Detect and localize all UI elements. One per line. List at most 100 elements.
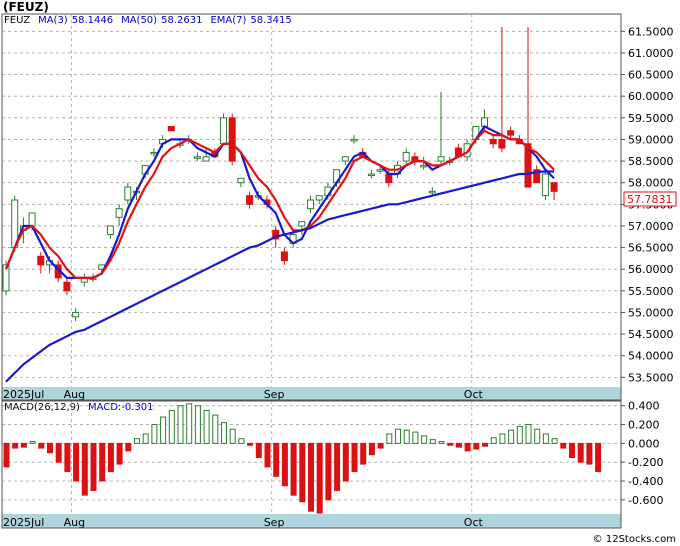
- candle-body: [481, 117, 488, 127]
- price-tick-label: 54.5000: [628, 328, 674, 341]
- macd-bar: [325, 442, 332, 501]
- macd-bar: [116, 442, 123, 465]
- macd-bar: [134, 438, 140, 444]
- candle-body: [124, 186, 132, 201]
- macd-bar: [577, 442, 584, 463]
- price-tick-label: 61.5000: [628, 25, 674, 38]
- macd-bar: [90, 442, 97, 491]
- candle-body: [280, 251, 288, 262]
- candle-body: [420, 164, 428, 168]
- macd-bar: [534, 428, 541, 444]
- macd-bar: [482, 442, 488, 447]
- macd-bar: [125, 442, 132, 452]
- candle-body: [550, 182, 558, 192]
- macd-bar: [273, 442, 280, 477]
- macd-x-tick-label: Sep: [264, 516, 285, 529]
- candle-body: [402, 151, 410, 162]
- candle-body: [72, 311, 80, 318]
- macd-bar: [168, 409, 175, 444]
- macd-bar: [73, 442, 80, 482]
- candle-body: [228, 117, 236, 162]
- candle-body: [315, 195, 323, 201]
- candle-body: [220, 117, 227, 145]
- price-tick-label: 56.0000: [628, 263, 674, 276]
- price-tick-label: 59.0000: [628, 133, 674, 146]
- price-tick-label: 54.0000: [628, 350, 674, 363]
- macd-bar: [447, 442, 454, 446]
- macd-tick-label: -0.600: [628, 494, 663, 507]
- candle-body: [150, 151, 158, 155]
- price-tag: 57.7831: [623, 191, 677, 207]
- candle-body: [237, 177, 245, 184]
- macd-bar: [29, 440, 36, 444]
- price-band: [2, 387, 621, 400]
- macd-bar: [290, 442, 297, 496]
- macd-bar: [221, 422, 227, 444]
- macd-bar: [525, 424, 532, 444]
- macd-bar: [421, 435, 428, 444]
- macd-bar: [194, 405, 201, 444]
- macd-bar: [455, 442, 462, 448]
- price-chart: 53.5000 54.0000 54.5000 55.0000 55.5000 56.00…: [1, 13, 677, 529]
- macd-bar: [516, 425, 523, 444]
- candle-body: [341, 156, 349, 162]
- candle-body: [428, 190, 436, 194]
- macd-bar: [238, 438, 245, 444]
- candle-body: [489, 138, 497, 145]
- chart-root: (FEUZ) FEUZ MA(3) 58.1446 MA(50) 58.2631 EMA(…: [0, 0, 680, 546]
- macd-bar: [429, 439, 436, 444]
- candle-body: [385, 173, 393, 184]
- candle-body: [37, 255, 45, 266]
- macd-bar: [55, 442, 62, 463]
- macd-bar: [81, 442, 88, 496]
- macd-bar: [386, 433, 393, 444]
- macd-band: [2, 514, 621, 528]
- x-tick-label: 2025Jul: [3, 388, 44, 401]
- candle-body: [106, 225, 114, 236]
- macd-x-tick-label: 2025Jul: [3, 516, 44, 529]
- macd-bar: [247, 442, 254, 446]
- macd-bar: [403, 429, 410, 444]
- macd-bar: [412, 431, 419, 444]
- macd-bar: [438, 440, 445, 444]
- candle-body: [63, 281, 71, 292]
- macd-bar: [203, 409, 210, 444]
- macd-tick-label: 0.200: [628, 419, 660, 432]
- macd-bar: [151, 424, 158, 444]
- macd-bar: [360, 442, 367, 465]
- candle-body: [307, 199, 314, 210]
- macd-bar: [255, 442, 262, 458]
- price-tick-label: 57.0000: [628, 220, 674, 233]
- macd-bar: [551, 438, 558, 444]
- macd-bar: [177, 405, 184, 444]
- copyright: © 12Stocks.com: [592, 534, 676, 545]
- macd-bar: [229, 428, 236, 444]
- price-tick-label: 55.0000: [628, 306, 674, 319]
- macd-bar: [12, 442, 19, 449]
- macd-bar: [586, 442, 593, 465]
- price-tick-label: 59.5000: [628, 112, 674, 125]
- macd-bar: [186, 403, 193, 444]
- macd-bar: [20, 442, 27, 448]
- price-tick-label: 53.5000: [628, 371, 674, 384]
- candle-body: [437, 156, 445, 162]
- price-tag-value: 57.7831: [627, 193, 673, 206]
- candle-body: [541, 173, 549, 197]
- macd-bar: [499, 433, 506, 444]
- candle-body: [246, 195, 254, 205]
- x-tick-label: Sep: [264, 388, 285, 401]
- macd-bar: [560, 442, 567, 449]
- price-tick-label: 61.0000: [628, 47, 674, 60]
- macd-bar: [464, 442, 471, 452]
- macd-bar: [64, 442, 71, 473]
- price-tick-label: 60.5000: [628, 69, 674, 82]
- macd-bar: [299, 442, 306, 503]
- macd-bar: [351, 442, 358, 473]
- candle-body: [298, 221, 306, 227]
- price-tick-label: 60.0000: [628, 90, 674, 103]
- macd-tick-label: 0.400: [628, 400, 660, 413]
- candle-body: [498, 138, 506, 149]
- candle-body: [28, 212, 36, 227]
- macd-x-tick-label: Oct: [464, 516, 484, 529]
- macd-bar: [160, 416, 167, 444]
